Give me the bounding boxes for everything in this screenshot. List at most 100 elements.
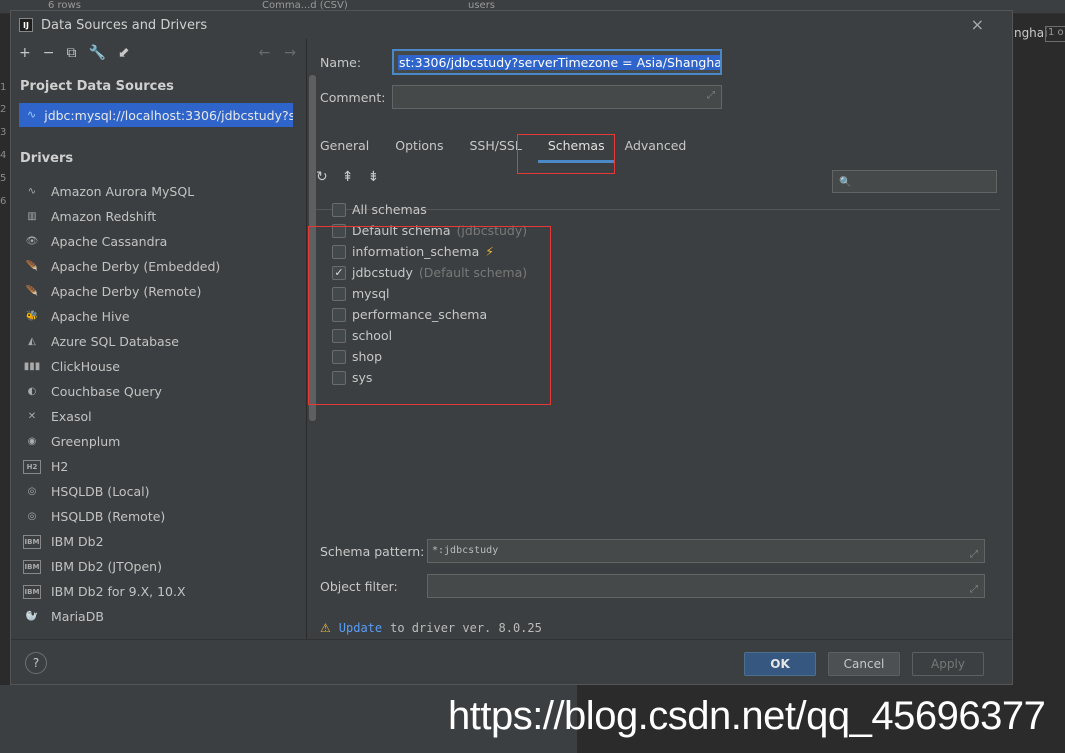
schema-pattern-value: *:jdbcstudy bbox=[432, 545, 499, 556]
duplicate-icon[interactable]: ⧉ bbox=[66, 45, 76, 61]
h2-icon: H2 bbox=[23, 459, 41, 474]
expand-icon[interactable]: ⤢ bbox=[707, 90, 715, 101]
name-input[interactable]: st:3306/jdbcstudy?serverTimezone = Asia/… bbox=[392, 49, 722, 75]
driver-item[interactable]: IBM IBM Db2 for 9.X, 10.X bbox=[11, 579, 306, 604]
schema-pattern-row: Schema pattern: *:jdbcstudy ⤢ bbox=[320, 539, 985, 563]
right-pane: Name: st:3306/jdbcstudy?serverTimezone =… bbox=[308, 39, 1012, 639]
driver-item[interactable]: 👁 Apache Cassandra bbox=[11, 229, 306, 254]
watermark-url: https://blog.csdn.net/qq_45696377 bbox=[448, 694, 1046, 738]
driver-label: Azure SQL Database bbox=[51, 334, 179, 349]
help-button[interactable]: ? bbox=[25, 652, 47, 674]
driver-item[interactable]: ◉ Greenplum bbox=[11, 429, 306, 454]
driver-item[interactable]: ✕ Exasol bbox=[11, 404, 306, 429]
driver-item[interactable]: 🪶 Apache Derby (Embedded) bbox=[11, 254, 306, 279]
driver-item[interactable]: IBM IBM Db2 (JTOpen) bbox=[11, 554, 306, 579]
driver-label: HSQLDB (Local) bbox=[51, 484, 150, 499]
schema-search-input[interactable]: 🔍 bbox=[832, 170, 997, 193]
data-sources-dialog: IJ Data Sources and Drivers × + − ⧉ 🔧 ⬋ … bbox=[10, 10, 1013, 685]
close-icon[interactable]: × bbox=[971, 15, 984, 34]
schema-row[interactable]: school bbox=[332, 325, 527, 346]
schema-checkbox[interactable]: ✓ bbox=[332, 265, 346, 280]
data-source-item[interactable]: ∿ jdbc:mysql://localhost:3306/jdbcstudy?… bbox=[19, 103, 293, 127]
driver-label: Amazon Redshift bbox=[51, 209, 157, 224]
schema-row[interactable]: performance_schema bbox=[332, 304, 527, 325]
line-number: 6 bbox=[0, 196, 7, 207]
tab-options[interactable]: Options bbox=[395, 138, 443, 153]
schema-checkbox[interactable] bbox=[332, 202, 346, 217]
schema-row[interactable]: shop bbox=[332, 346, 527, 367]
expand-all-icon[interactable]: ⇞ bbox=[342, 169, 354, 185]
driver-label: Apache Cassandra bbox=[51, 234, 168, 249]
schema-row[interactable]: ✓ jdbcstudy (Default schema) bbox=[332, 262, 527, 283]
driver-item[interactable]: ◎ HSQLDB (Remote) bbox=[11, 504, 306, 529]
schema-checkbox[interactable] bbox=[332, 328, 346, 343]
driver-item[interactable]: ▮▮▮ ClickHouse bbox=[11, 354, 306, 379]
schema-row[interactable]: mysql bbox=[332, 283, 527, 304]
ibm-icon: IBM bbox=[23, 559, 41, 574]
driver-label: Couchbase Query bbox=[51, 384, 162, 399]
driver-item[interactable]: ∿ Amazon Aurora MySQL bbox=[11, 179, 306, 204]
remove-icon[interactable]: − bbox=[43, 45, 55, 61]
schema-name: performance_schema bbox=[352, 307, 488, 322]
update-link[interactable]: Update bbox=[339, 621, 382, 635]
cancel-button[interactable]: Cancel bbox=[828, 652, 900, 676]
ibm-icon: IBM bbox=[23, 534, 41, 549]
wrench-icon[interactable]: 🔧 bbox=[88, 45, 105, 61]
schema-name: mysql bbox=[352, 286, 390, 301]
driver-item[interactable]: ▥ Amazon Redshift bbox=[11, 204, 306, 229]
nav-arrows: ← → bbox=[259, 45, 296, 61]
warning-icon: ⚠ bbox=[320, 621, 331, 635]
schema-checkbox[interactable] bbox=[332, 349, 346, 364]
import-icon[interactable]: ⬋ bbox=[118, 45, 130, 61]
line-number: 1 bbox=[0, 82, 7, 93]
tab-advanced[interactable]: Advanced bbox=[625, 138, 687, 153]
back-arrow-icon[interactable]: ← bbox=[259, 45, 271, 61]
object-filter-input[interactable]: ⤢ bbox=[427, 574, 985, 598]
apply-button[interactable]: Apply bbox=[912, 652, 984, 676]
driver-item[interactable]: IBM IBM Db2 bbox=[11, 529, 306, 554]
schema-checkbox[interactable] bbox=[332, 286, 346, 301]
schema-checkbox[interactable] bbox=[332, 370, 346, 385]
exasol-icon: ✕ bbox=[27, 411, 37, 422]
schema-row[interactable]: All schemas bbox=[332, 199, 527, 220]
driver-label: Apache Derby (Embedded) bbox=[51, 259, 221, 274]
ok-button[interactable]: OK bbox=[744, 652, 816, 676]
schema-name: school bbox=[352, 328, 393, 343]
driver-label: IBM Db2 for 9.X, 10.X bbox=[51, 584, 186, 599]
hsqldb-icon: ◎ bbox=[27, 486, 37, 497]
project-data-sources-header: Project Data Sources bbox=[20, 79, 174, 94]
schema-row[interactable]: sys bbox=[332, 367, 527, 388]
driver-item[interactable]: ◐ Couchbase Query bbox=[11, 379, 306, 404]
driver-label: ClickHouse bbox=[51, 359, 120, 374]
update-text: to driver ver. 8.0.25 bbox=[390, 621, 542, 635]
refresh-icon[interactable]: ↻ bbox=[316, 169, 328, 185]
schema-row[interactable]: Default schema (jdbcstudy) bbox=[332, 220, 527, 241]
forward-arrow-icon[interactable]: → bbox=[284, 45, 296, 61]
schema-row[interactable]: information_schema ⚡ bbox=[332, 241, 527, 262]
expand-icon[interactable]: ⤢ bbox=[970, 579, 978, 601]
driver-item[interactable]: 🪶 Apache Derby (Remote) bbox=[11, 279, 306, 304]
schema-name: Default schema bbox=[352, 223, 451, 238]
schema-pattern-input[interactable]: *:jdbcstudy ⤢ bbox=[427, 539, 985, 563]
schema-checkbox[interactable] bbox=[332, 244, 346, 259]
schema-checkbox[interactable] bbox=[332, 307, 346, 322]
hsqldb-icon: ◎ bbox=[27, 511, 37, 522]
comment-input[interactable]: ⤢ bbox=[392, 85, 722, 109]
driver-item[interactable]: H2 H2 bbox=[11, 454, 306, 479]
schema-name: shop bbox=[352, 349, 383, 364]
driver-item[interactable]: ◎ HSQLDB (Local) bbox=[11, 479, 306, 504]
left-pane: + − ⧉ 🔧 ⬋ ← → Project Data Sources ∿ jdb… bbox=[11, 39, 316, 639]
tab-general[interactable]: General bbox=[320, 138, 369, 153]
schema-name: All schemas bbox=[352, 202, 427, 217]
driver-item[interactable]: 🦭 MariaDB bbox=[11, 604, 306, 629]
schema-checkbox[interactable] bbox=[332, 223, 346, 238]
driver-label: Greenplum bbox=[51, 434, 121, 449]
driver-item[interactable]: ◭ Azure SQL Database bbox=[11, 329, 306, 354]
tab-ssh-ssl[interactable]: SSH/SSL bbox=[470, 138, 522, 153]
tab-schemas[interactable]: Schemas bbox=[537, 138, 615, 163]
collapse-all-icon[interactable]: ⇟ bbox=[367, 169, 379, 185]
expand-icon[interactable]: ⤢ bbox=[970, 544, 978, 566]
driver-item[interactable]: 🐝 Apache Hive bbox=[11, 304, 306, 329]
schema-name: information_schema bbox=[352, 244, 480, 259]
add-icon[interactable]: + bbox=[19, 45, 31, 61]
